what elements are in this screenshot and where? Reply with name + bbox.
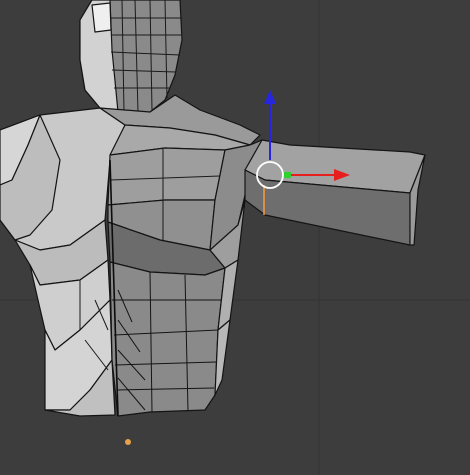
z-arrow-head[interactable] bbox=[264, 90, 276, 104]
object-origin-dot[interactable] bbox=[125, 439, 131, 445]
translate-y-handle-icon[interactable] bbox=[284, 172, 291, 178]
character-mesh[interactable] bbox=[0, 0, 426, 417]
mesh-face[interactable] bbox=[109, 261, 226, 417]
mesh-face[interactable] bbox=[91, 2, 112, 33]
viewport-canvas[interactable] bbox=[0, 0, 470, 475]
3d-viewport[interactable] bbox=[0, 0, 470, 475]
